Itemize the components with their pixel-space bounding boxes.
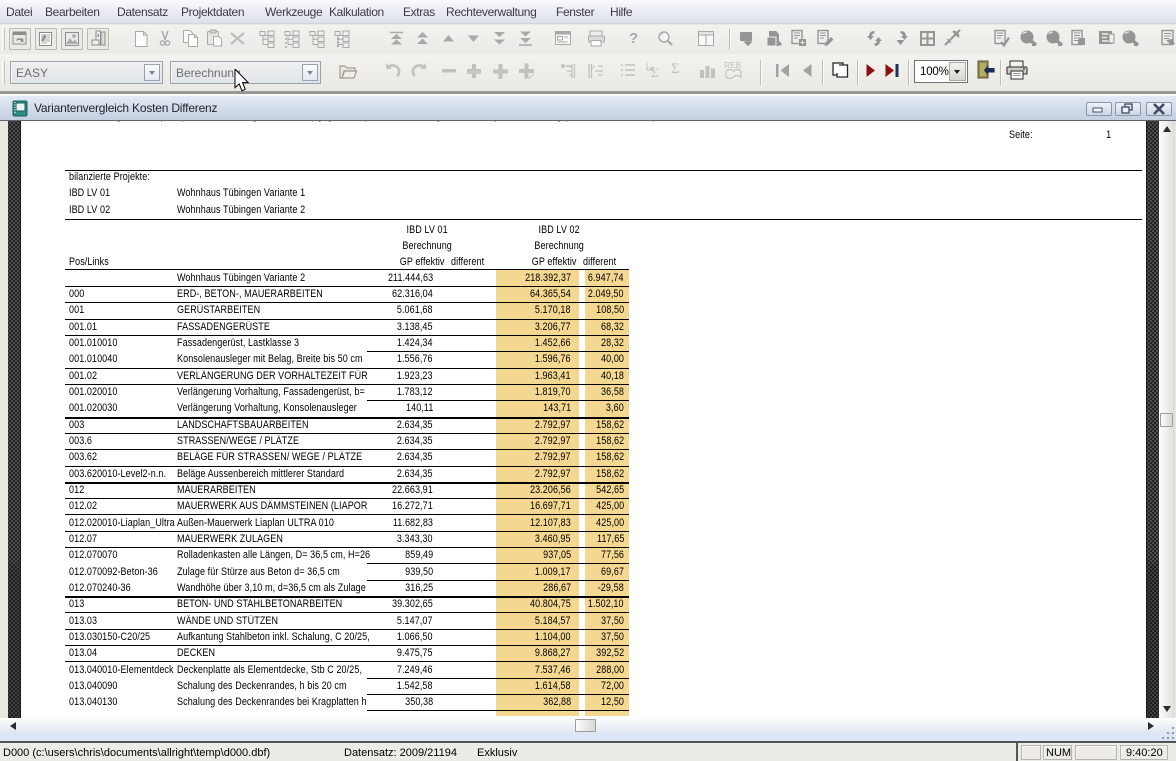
svg-text:REB: REB xyxy=(724,60,742,70)
svg-text:Σ: Σ xyxy=(651,65,659,80)
